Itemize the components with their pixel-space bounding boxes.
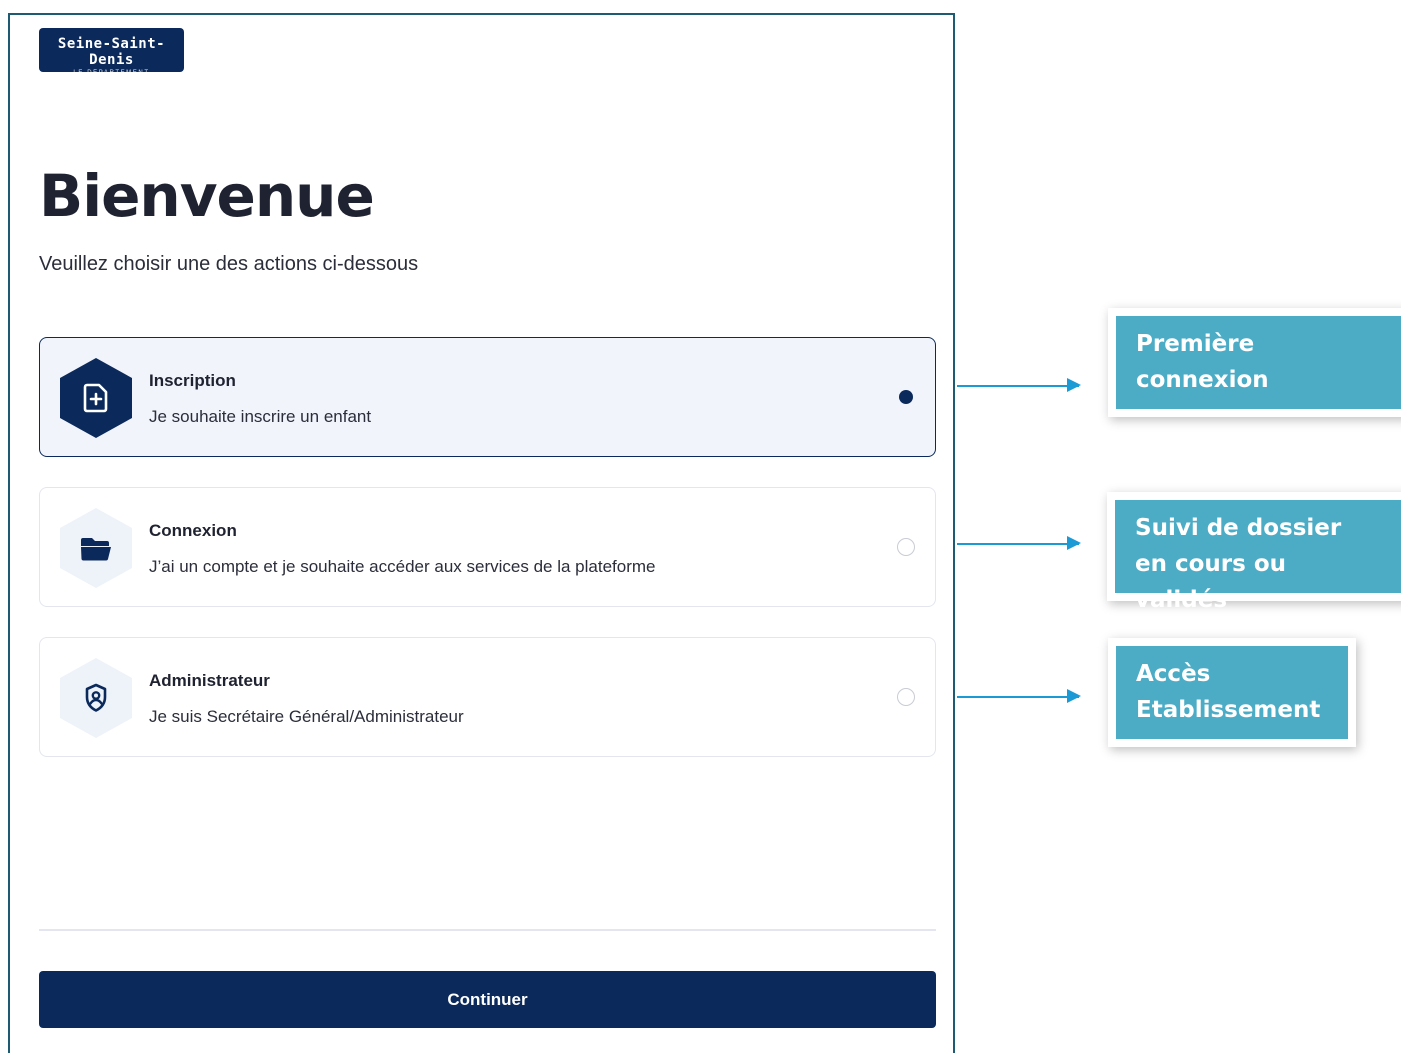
arrow-connector-2 — [957, 537, 1081, 549]
logo-text: Seine-Saint-Denis — [57, 36, 166, 68]
page-title: Bienvenue — [39, 162, 375, 230]
shield-user-icon — [60, 658, 132, 738]
callout-premiere-connexion: Première connexion — [1116, 316, 1401, 409]
divider — [39, 929, 936, 931]
arrow-connector-3 — [957, 690, 1081, 702]
radio-unselected[interactable] — [897, 538, 915, 556]
file-plus-icon — [60, 358, 132, 438]
callout-suivi-dossier: Suivi de dossier en cours ou validés — [1115, 500, 1401, 613]
option-title: Administrateur — [149, 671, 270, 690]
option-description: J’ai un compte et je souhaite accéder au… — [149, 557, 656, 576]
radio-selected[interactable] — [897, 388, 915, 406]
option-connexion[interactable]: Connexion J’ai un compte et je souhaite … — [39, 487, 936, 607]
continue-button[interactable]: Continuer — [39, 971, 936, 1028]
option-administrateur[interactable]: Administrateur Je suis Secrétaire Généra… — [39, 637, 936, 757]
radio-unselected[interactable] — [897, 688, 915, 706]
logo-subtext: LE DÉPARTEMENT — [73, 70, 150, 76]
seine-saint-denis-logo: Seine-Saint-Denis LE DÉPARTEMENT — [39, 28, 184, 76]
option-title: Inscription — [149, 371, 236, 390]
option-title: Connexion — [149, 521, 237, 540]
option-description: Je suis Secrétaire Général/Administrateu… — [149, 707, 464, 726]
option-inscription[interactable]: Inscription Je souhaite inscrire un enfa… — [39, 337, 936, 457]
page-subtitle: Veuillez choisir une des actions ci-dess… — [39, 253, 419, 275]
folder-icon — [60, 508, 132, 588]
callout-acces-etablissement: Accès Etablissement — [1116, 646, 1348, 739]
welcome-panel: Seine-Saint-Denis LE DÉPARTEMENT Bienven… — [8, 13, 955, 1053]
arrow-connector-1 — [957, 379, 1081, 391]
option-description: Je souhaite inscrire un enfant — [149, 407, 372, 426]
